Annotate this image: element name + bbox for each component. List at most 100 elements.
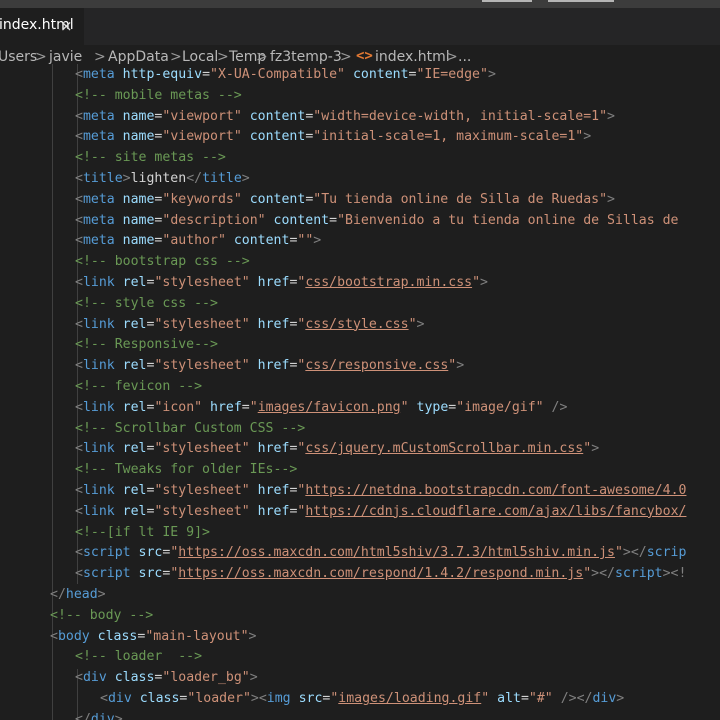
code-token: meta [82, 129, 123, 145]
breadcrumb-item[interactable]: Users [0, 49, 37, 65]
code-line[interactable]: <link rel="icon" href="images/favicon.pn… [75, 397, 567, 418]
code-line[interactable]: <!-- body --> [50, 605, 153, 626]
breadcrumb-item[interactable]: javie [49, 49, 82, 65]
breadcrumb-item[interactable]: ... [458, 49, 471, 65]
code-line[interactable]: <link rel="stylesheet" href="css/style.c… [75, 314, 424, 335]
code-token: name [122, 129, 155, 145]
code-token: script [614, 566, 663, 582]
code-line[interactable]: </head> [50, 584, 106, 605]
code-token: link [82, 275, 123, 290]
code-token: scrip [646, 545, 687, 561]
breadcrumb-item[interactable]: fz3temp-3 [270, 49, 342, 65]
code-line[interactable]: <meta http-equiv="X-UA-Compatible" conte… [75, 64, 496, 85]
code-token: > [607, 108, 615, 124]
code-token: href [257, 483, 290, 498]
code-token: meta [82, 191, 123, 207]
code-line[interactable]: <!-- style css --> [75, 293, 218, 314]
code-token: > [249, 670, 258, 686]
code-token: lighten [130, 171, 187, 186]
code-token: div [82, 670, 115, 686]
code-token: title [82, 171, 123, 186]
chevron-right-icon: > [217, 49, 229, 65]
code-token: < [75, 399, 83, 415]
code-token: "description" [162, 212, 266, 228]
code-token: "Tu tienda online de Silla de Ruedas" [313, 191, 608, 207]
code-line[interactable]: <div class="loader"><img src="images/loa… [100, 688, 624, 709]
code-line[interactable]: <!-- mobile metas --> [75, 85, 242, 106]
code-token: "viewport" [162, 108, 242, 124]
code-line[interactable]: </div> [75, 709, 123, 720]
code-token: "" [297, 233, 314, 249]
breadcrumb-item[interactable]: Local [182, 49, 218, 65]
code-line[interactable]: <link rel="stylesheet" href="https://net… [75, 480, 686, 501]
code-token: " [249, 399, 258, 415]
code-line[interactable]: <meta name="author" content=""> [75, 230, 321, 251]
code-line[interactable]: <title>lighten</title> [75, 168, 250, 189]
code-token: /> [551, 399, 568, 415]
code-line[interactable]: <link rel="stylesheet" href="css/respons… [75, 355, 464, 376]
code-line[interactable]: <!-- site metas --> [75, 147, 226, 168]
code-token: < [75, 233, 83, 249]
code-line[interactable]: <link rel="stylesheet" href="https://cdn… [75, 501, 686, 522]
breadcrumb-item[interactable]: index.html [375, 49, 450, 65]
code-token: rel [122, 358, 147, 374]
code-token: > [114, 711, 123, 720]
code-token: < [75, 191, 83, 207]
code-line[interactable]: <script src="https://oss.maxcdn.com/resp… [75, 563, 686, 584]
code-token: < [75, 171, 83, 186]
tab-index-html[interactable]: index.html × [0, 8, 84, 45]
code-token: "keywords" [162, 191, 242, 207]
code-line[interactable]: <script src="https://oss.maxcdn.com/html… [75, 542, 686, 563]
code-token: content [352, 67, 409, 82]
close-icon[interactable]: × [60, 17, 73, 35]
breadcrumb-item[interactable]: AppData [108, 49, 169, 65]
code-token: rel [122, 399, 147, 415]
code-token: < [50, 628, 58, 644]
code-line[interactable]: <div class="loader_bg"> [75, 667, 258, 688]
code-token: rel [122, 503, 147, 519]
code-token: meta [82, 233, 123, 249]
code-token: > [607, 191, 615, 207]
code-line[interactable]: <!-- Scrollbar Custom CSS --> [75, 418, 305, 439]
code-editor[interactable]: <meta http-equiv="X-UA-Compatible" conte… [0, 64, 720, 720]
code-token: <!-- body --> [50, 607, 154, 623]
code-line[interactable]: <!-- bootstrap css --> [75, 251, 250, 272]
code-token: rel [122, 316, 147, 332]
code-token: " [472, 275, 481, 290]
code-token: https://oss.maxcdn.com/respond/1.4.2/res… [178, 566, 584, 582]
code-line[interactable]: <!-- Tweaks for older IEs--> [75, 459, 297, 480]
code-line[interactable]: <link rel="stylesheet" href="css/jquery.… [75, 438, 599, 459]
code-token: = [241, 399, 250, 415]
code-token: http-equiv [122, 67, 203, 82]
code-line[interactable]: <meta name="description" content="Bienve… [75, 210, 678, 231]
code-token: < [75, 212, 83, 228]
code-token: href [210, 399, 242, 415]
code-token: title [202, 171, 242, 186]
code-token: name [122, 212, 155, 228]
code-line[interactable]: <meta name="keywords" content="Tu tienda… [75, 189, 615, 210]
code-token: "width=device-width, initial-scale=1" [313, 108, 608, 124]
code-token: link [82, 316, 123, 332]
code-line[interactable]: <body class="main-layout"> [50, 626, 256, 647]
code-token: <!-- site metas --> [75, 150, 226, 166]
code-line[interactable]: <link rel="stylesheet" href="css/bootstr… [75, 272, 488, 293]
code-token: > [248, 628, 257, 644]
code-line[interactable]: <meta name="viewport" content="initial-s… [75, 126, 591, 147]
code-token: div [592, 691, 617, 706]
code-line[interactable]: <!-- loader --> [75, 646, 202, 667]
code-token: > [241, 171, 250, 186]
code-token: < [75, 483, 83, 498]
code-token: link [82, 503, 123, 519]
title-bar-underline [548, 0, 614, 2]
code-line[interactable]: <!--[if lt IE 9]> [75, 522, 210, 543]
code-token: <!-- fevicon --> [75, 379, 203, 394]
code-line[interactable]: <!-- fevicon --> [75, 376, 202, 397]
code-line[interactable]: <meta name="viewport" content="width=dev… [75, 106, 615, 127]
code-line[interactable]: <!-- Responsive--> [75, 334, 218, 355]
